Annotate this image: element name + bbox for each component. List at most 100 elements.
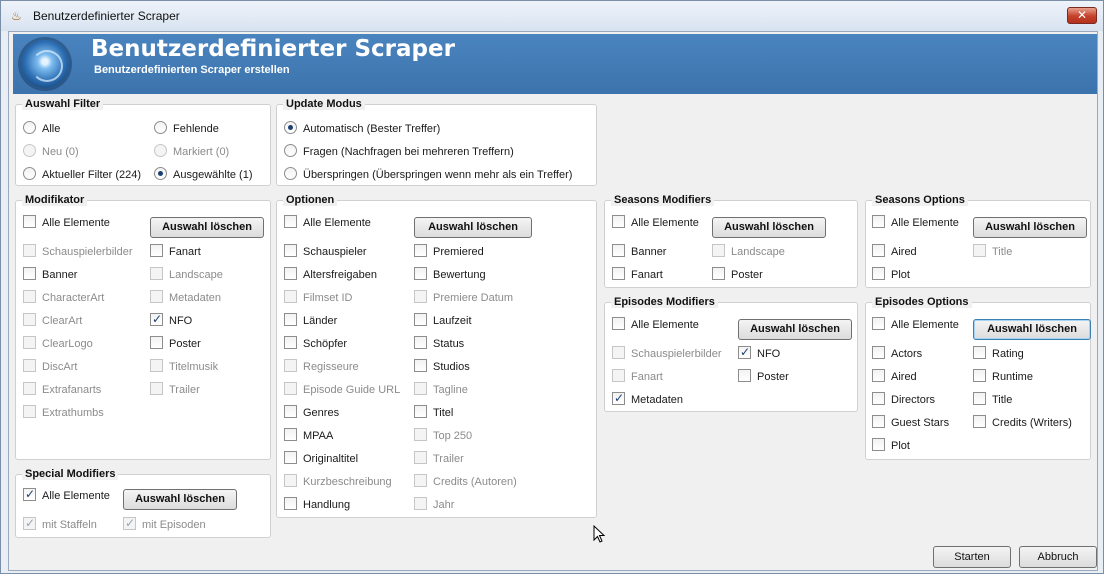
episodes-mod-legend: Episodes Modifiers [611,296,718,308]
scraper-logo-icon [21,40,69,88]
seasons-options-group: Seasons Options Alle Elemente Auswahl lö… [865,194,1091,288]
filter-marked-radio: Markiert (0) [154,144,229,160]
filter-group: Auswahl Filter Alle Fehlende Neu (0) Mar… [15,98,271,186]
episodes-poster-checkbox[interactable]: Poster [738,369,789,385]
mod-poster-checkbox[interactable]: Poster [150,336,201,352]
episodes-opt-clear-button[interactable]: Auswahl löschen [973,319,1091,340]
update-auto-radio[interactable]: Automatisch (Bester Treffer) [284,121,440,137]
opt-premieredate-checkbox: Premiere Datum [414,290,513,306]
episodes-mod-clear-button[interactable]: Auswahl löschen [738,319,852,340]
app-icon: ♨ [11,9,22,23]
update-ask-radio[interactable]: Fragen (Nachfragen bei mehreren Treffern… [284,144,514,160]
episodes-directors-checkbox[interactable]: Directors [872,392,935,408]
header-subtitle: Benutzerdefinierten Scraper erstellen [94,64,290,76]
mod-clearlogo-checkbox: ClearLogo [23,336,93,352]
mod-fanart-checkbox[interactable]: Fanart [150,244,201,260]
seasons-landscape-checkbox: Landscape [712,244,785,260]
mod-landscape-checkbox: Landscape [150,267,223,283]
episodes-nfo-checkbox[interactable]: NFO [738,344,780,362]
header-banner: Benutzerdefinierter Scraper Benutzerdefi… [13,34,1097,94]
options-legend: Optionen [283,194,338,206]
episodes-title-checkbox[interactable]: Title [973,392,1012,408]
mod-themes-checkbox: Titelmusik [150,359,218,375]
opt-actors-checkbox[interactable]: Schauspieler [284,244,367,260]
header-title: Benutzerdefinierter Scraper [91,36,455,62]
opt-rating-checkbox[interactable]: Bewertung [414,267,486,283]
special-all-checkbox[interactable]: Alle Elemente [23,486,110,504]
episodes-fanart-checkbox: Fanart [612,369,663,385]
filter-current-radio[interactable]: Aktueller Filter (224) [23,167,141,183]
title-bar[interactable]: ♨ Benutzerdefinierter Scraper ✕ [1,1,1103,31]
special-modifiers-group: Special Modifiers Alle Elemente Auswahl … [15,468,271,538]
seasons-aired-checkbox[interactable]: Aired [872,244,917,260]
start-button[interactable]: Starten [933,546,1011,568]
dialog-window: ♨ Benutzerdefinierter Scraper ✕ Benutzer… [0,0,1104,574]
mouse-pointer-icon [593,525,605,543]
filter-missing-radio[interactable]: Fehlende [154,121,219,137]
cancel-button[interactable]: Abbruch [1019,546,1097,568]
episodes-opt-all-checkbox[interactable]: Alle Elemente [872,317,959,333]
episodes-runtime-checkbox[interactable]: Runtime [973,369,1033,385]
episodes-actors-checkbox[interactable]: Actors [872,346,922,362]
seasons-banner-checkbox[interactable]: Banner [612,244,666,260]
opt-studios-checkbox[interactable]: Studios [414,359,470,375]
seasons-modifiers-group: Seasons Modifiers Alle Elemente Auswahl … [604,194,858,288]
opt-tagline-checkbox: Tagline [414,382,468,398]
seasons-poster-checkbox[interactable]: Poster [712,267,763,283]
episodes-options-group: Episodes Options Alle Elemente Auswahl l… [865,296,1091,460]
seasons-opt-legend: Seasons Options [872,194,968,206]
special-clear-button[interactable]: Auswahl löschen [123,489,237,510]
opt-countries-checkbox[interactable]: Länder [284,313,337,329]
mod-extrafanarts-checkbox: Extrafanarts [23,382,101,398]
opt-plot-checkbox[interactable]: Handlung [284,497,350,513]
filter-all-radio[interactable]: Alle [23,121,60,137]
seasons-mod-legend: Seasons Modifiers [611,194,715,206]
modifiers-legend: Modifikator [22,194,88,206]
seasons-plot-checkbox[interactable]: Plot [872,267,910,283]
seasons-mod-all-checkbox[interactable]: Alle Elemente [612,215,699,231]
filter-selected-radio[interactable]: Ausgewählte (1) [154,167,253,183]
opt-title-checkbox[interactable]: Titel [414,405,453,421]
seasons-mod-clear-button[interactable]: Auswahl löschen [712,217,826,238]
episodes-mod-all-checkbox[interactable]: Alle Elemente [612,317,699,333]
opt-genres-checkbox[interactable]: Genres [284,405,339,421]
episodes-gueststars-checkbox[interactable]: Guest Stars [872,415,949,431]
opt-status-checkbox[interactable]: Status [414,336,464,352]
seasons-fanart-checkbox[interactable]: Fanart [612,267,663,283]
episodes-plot-checkbox[interactable]: Plot [872,438,910,454]
options-all-checkbox[interactable]: Alle Elemente [284,215,371,231]
opt-certifications-checkbox[interactable]: Altersfreigaben [284,267,377,283]
opt-originaltitle-checkbox[interactable]: Originaltitel [284,451,358,467]
mod-banner-checkbox[interactable]: Banner [23,267,77,283]
opt-creators-checkbox[interactable]: Schöpfer [284,336,347,352]
seasons-opt-all-checkbox[interactable]: Alle Elemente [872,215,959,231]
episodes-metadata-checkbox[interactable]: Metadaten [612,390,683,408]
filter-new-radio: Neu (0) [23,144,79,160]
opt-credits-checkbox: Credits (Autoren) [414,474,517,490]
special-legend: Special Modifiers [22,468,119,480]
modifiers-clear-button[interactable]: Auswahl löschen [150,217,264,238]
modifiers-group: Modifikator Alle Elemente Auswahl lösche… [15,194,271,460]
episodes-opt-legend: Episodes Options [872,296,972,308]
episodes-modifiers-group: Episodes Modifiers Alle Elemente Auswahl… [604,296,858,412]
episodes-aired-checkbox[interactable]: Aired [872,369,917,385]
seasons-opt-clear-button[interactable]: Auswahl löschen [973,217,1087,238]
options-group: Optionen Alle Elemente Auswahl löschen S… [276,194,597,518]
options-clear-button[interactable]: Auswahl löschen [414,217,532,238]
update-skip-radio[interactable]: Überspringen (Überspringen wenn mehr als… [284,167,572,183]
special-seasons-checkbox: mit Staffeln [23,515,97,533]
close-button[interactable]: ✕ [1067,7,1097,24]
modifiers-all-checkbox[interactable]: Alle Elemente [23,215,110,231]
mod-actorthumbs-checkbox: Schauspielerbilder [23,244,133,260]
special-episodes-checkbox: mit Episoden [123,515,206,533]
update-legend: Update Modus [283,98,365,110]
opt-mpaa-checkbox[interactable]: MPAA [284,428,333,444]
episodes-rating-checkbox[interactable]: Rating [973,346,1024,362]
opt-runtime-checkbox[interactable]: Laufzeit [414,313,472,329]
opt-premiered-checkbox[interactable]: Premiered [414,244,484,260]
episodes-credits-checkbox[interactable]: Credits (Writers) [973,415,1072,431]
episodes-actorthumbs-checkbox: Schauspielerbilder [612,346,722,362]
mod-characterart-checkbox: CharacterArt [23,290,104,306]
opt-trailer-checkbox: Trailer [414,451,464,467]
mod-nfo-checkbox[interactable]: NFO [150,311,192,329]
